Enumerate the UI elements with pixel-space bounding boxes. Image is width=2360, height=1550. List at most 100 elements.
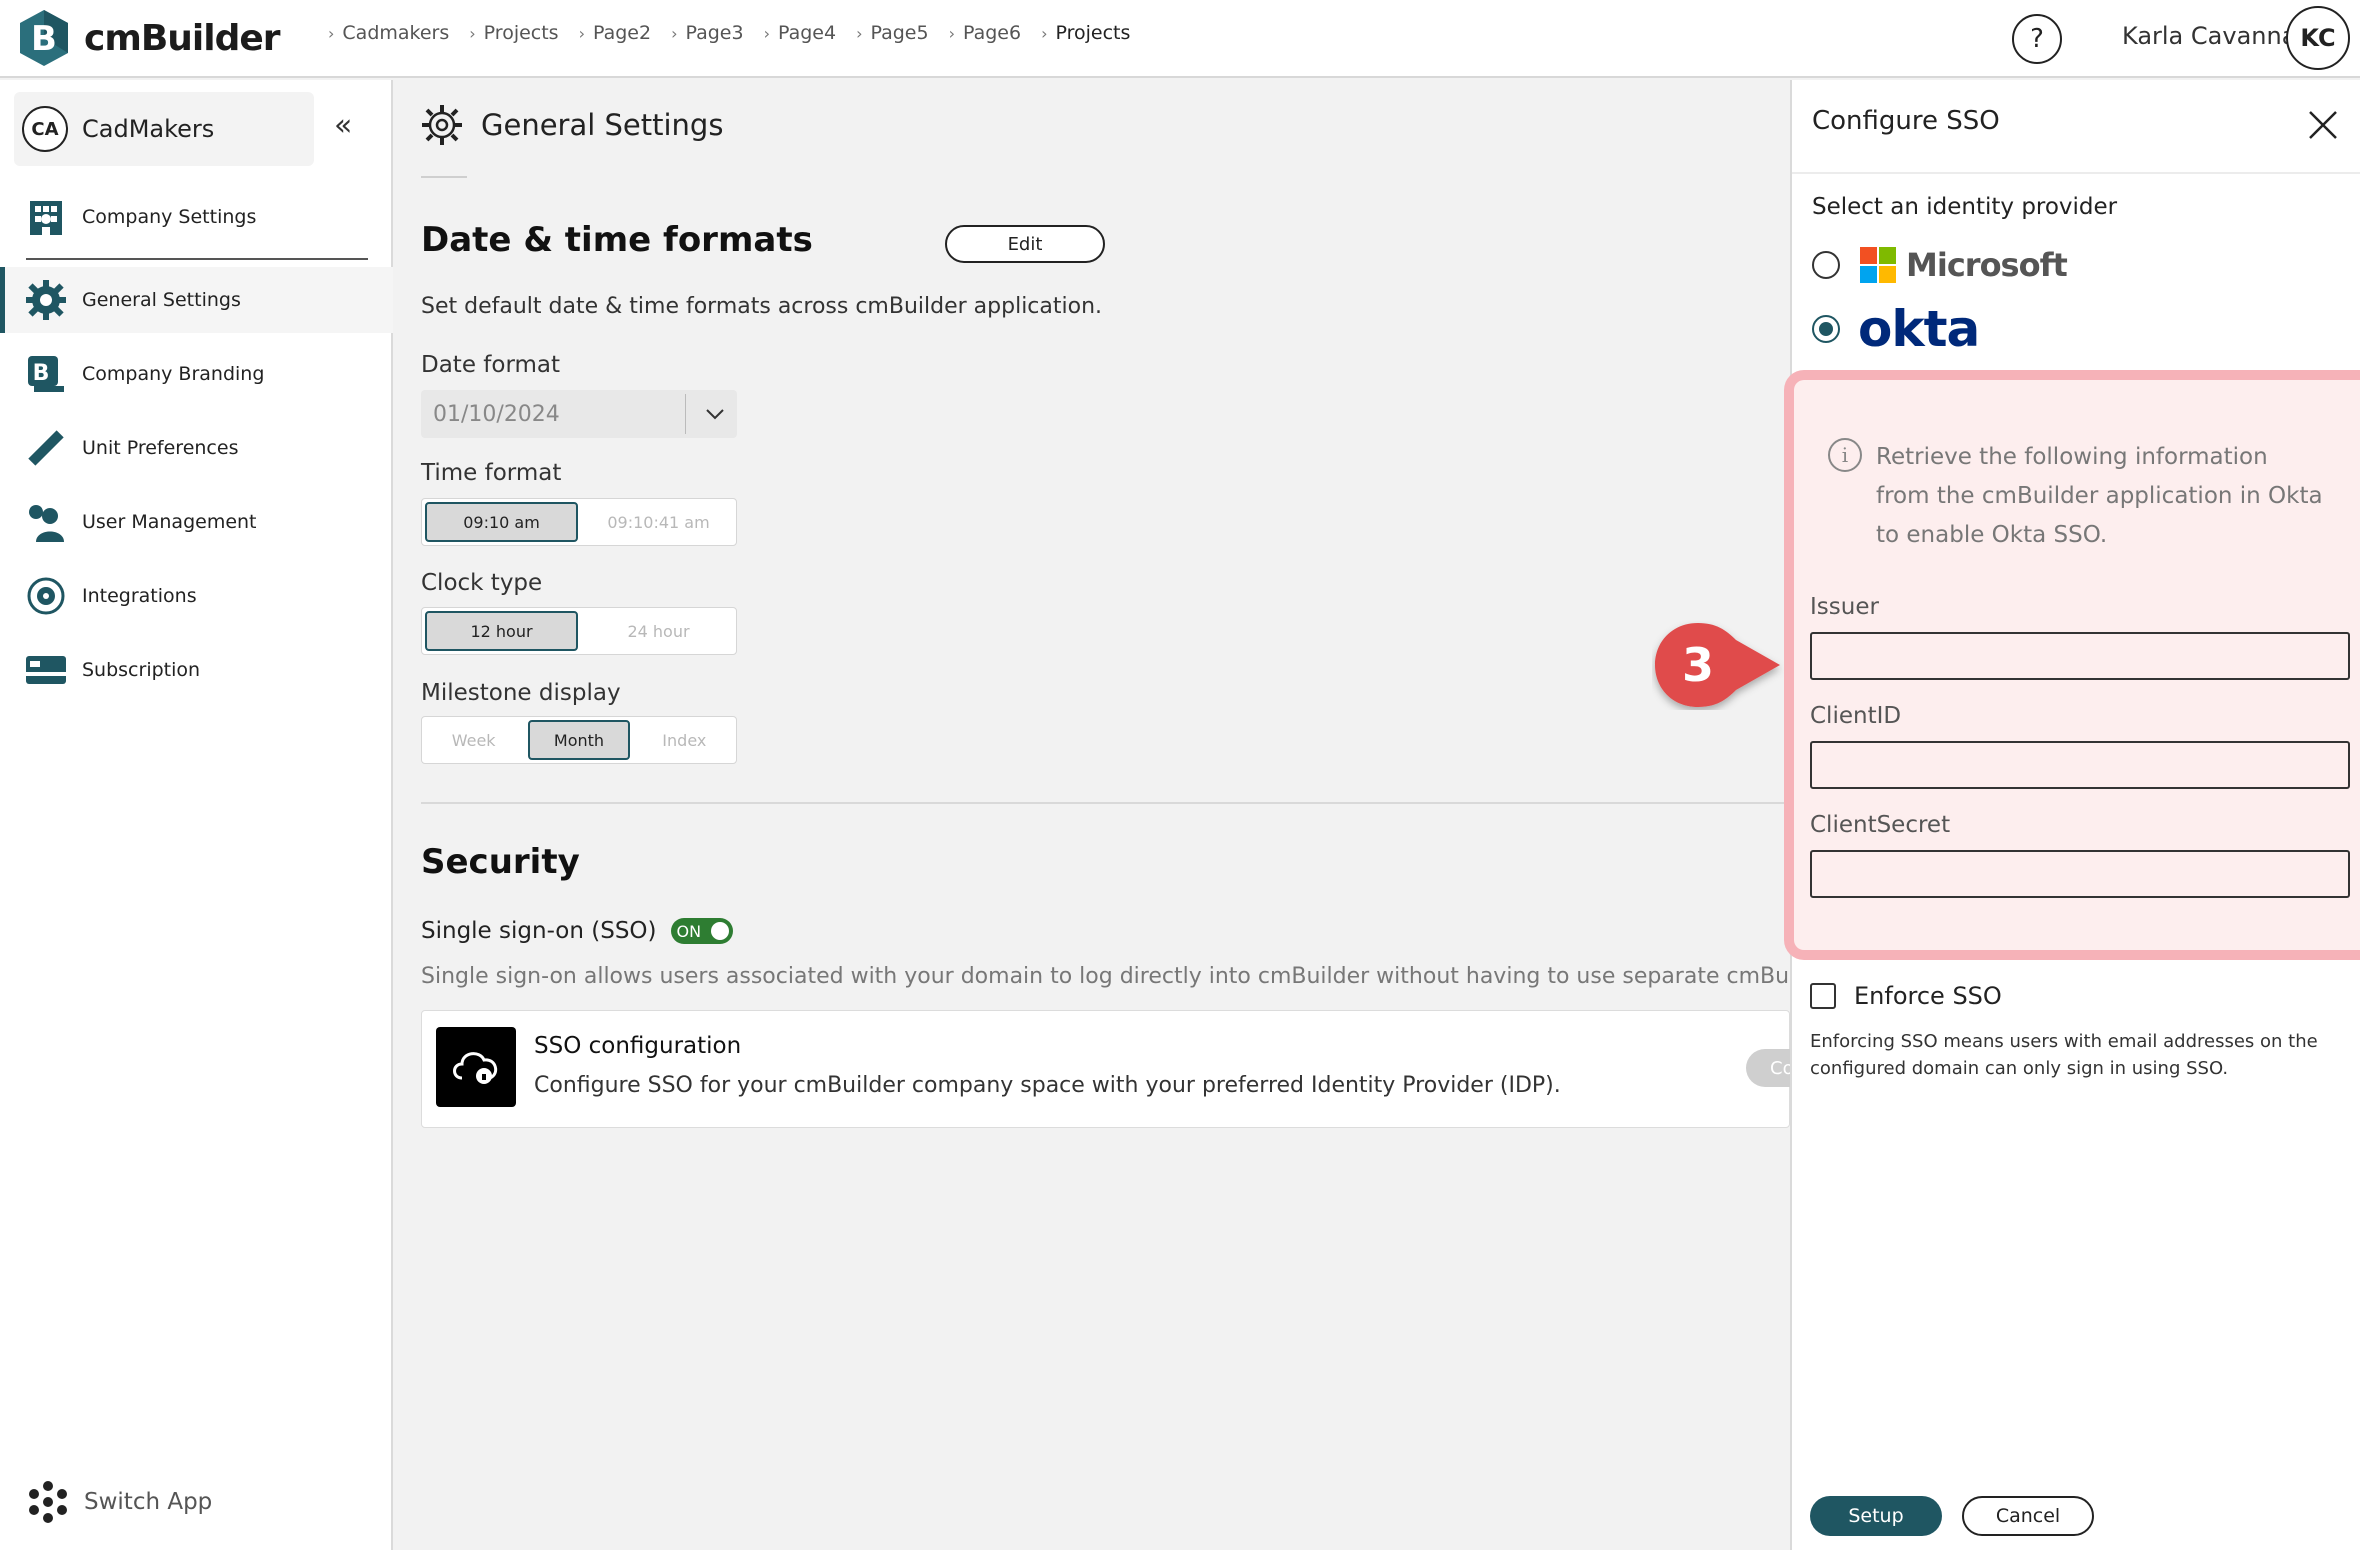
sidebar-item-label: Subscription	[82, 659, 201, 681]
sidebar-item-label: Integrations	[82, 585, 197, 607]
chevron-right-icon: ›	[856, 23, 863, 43]
provider-option-okta[interactable]: okta	[1812, 300, 1980, 358]
chevron-right-icon: ›	[1041, 23, 1048, 43]
avatar[interactable]: KC	[2286, 6, 2350, 70]
card-icon	[24, 648, 68, 692]
chevron-right-icon: ›	[763, 23, 770, 43]
gear-icon	[24, 278, 68, 322]
issuer-label: Issuer	[1810, 594, 1879, 620]
date-format-select[interactable]: 01/10/2024	[421, 390, 737, 438]
clock-option-24h[interactable]: 24 hour	[584, 611, 733, 651]
edit-button[interactable]: Edit	[945, 225, 1105, 263]
question-icon: ?	[2030, 24, 2044, 54]
sidebar-item-user-management[interactable]: User Management	[0, 489, 393, 555]
chevron-right-icon: ›	[469, 23, 476, 43]
branding-icon: B	[24, 352, 68, 396]
company-switcher[interactable]: CA CadMakers	[14, 92, 314, 166]
time-format-toggle: 09:10 am 09:10:41 am	[421, 498, 737, 546]
breadcrumb-item[interactable]: › Cadmakers	[328, 22, 449, 44]
sidebar: CA CadMakers « Company Settings General …	[0, 80, 393, 1550]
sidebar-item-integrations[interactable]: Integrations	[0, 563, 393, 629]
info-text: Retrieve the following information from …	[1876, 444, 2323, 548]
sidebar-item-label: User Management	[82, 511, 257, 533]
sso-card-description: Configure SSO for your cmBuilder company…	[534, 1073, 1561, 1098]
breadcrumb-item[interactable]: › Page5	[856, 22, 929, 44]
company-badge: CA	[22, 106, 68, 152]
sso-row: Single sign-on (SSO) ON	[421, 918, 733, 944]
sidebar-item-label: Company Branding	[82, 363, 265, 385]
toggle-knob	[710, 922, 729, 940]
sidebar-item-label: Unit Preferences	[82, 437, 239, 459]
ruler-icon	[24, 426, 68, 470]
main-content: General Settings Date & time formats Edi…	[395, 80, 1866, 1550]
milestone-toggle: Week Month Index	[421, 716, 737, 764]
client-secret-input[interactable]	[1810, 850, 2350, 898]
svg-text:B: B	[33, 361, 50, 386]
time-option-long[interactable]: 09:10:41 am	[584, 502, 733, 542]
enforce-sso-row[interactable]: Enforce SSO	[1810, 982, 2002, 1010]
chevron-right-icon: ›	[948, 23, 955, 43]
okta-info: i Retrieve the following information fro…	[1828, 438, 2326, 555]
microsoft-radio[interactable]	[1812, 251, 1840, 279]
close-icon[interactable]	[2306, 108, 2340, 142]
step-number: 3	[1681, 638, 1714, 692]
setup-button[interactable]: Setup	[1810, 1496, 1942, 1536]
collapse-sidebar-button[interactable]: «	[334, 108, 352, 143]
cloud-lock-icon	[436, 1027, 516, 1107]
microsoft-logo-icon	[1860, 247, 1896, 283]
divider	[26, 258, 368, 260]
milestone-option-month[interactable]: Month	[528, 720, 630, 760]
breadcrumb-item[interactable]: › Projects	[469, 22, 558, 44]
gear-outline-icon	[422, 105, 462, 145]
brand-name: cmBuilder	[84, 17, 281, 59]
chevron-right-icon: ›	[671, 23, 678, 43]
time-option-short[interactable]: 09:10 am	[425, 502, 578, 542]
breadcrumb-item[interactable]: › Page6	[949, 22, 1022, 44]
top-bar: B cmBuilder › Cadmakers › Projects › Page2 …	[0, 0, 2360, 78]
issuer-input[interactable]	[1810, 632, 2350, 680]
clock-option-12h[interactable]: 12 hour	[425, 611, 578, 651]
clock-type-label: Clock type	[421, 570, 543, 596]
page-title: General Settings	[419, 102, 723, 148]
okta-radio[interactable]	[1812, 315, 1840, 343]
sso-toggle[interactable]: ON	[670, 918, 733, 944]
integrations-icon	[24, 574, 68, 618]
enforce-sso-description: Enforcing SSO means users with email add…	[1810, 1031, 2318, 1079]
breadcrumb: › Cadmakers › Projects › Page2 › Page3 › Page…	[328, 22, 1150, 44]
milestone-label: Milestone display	[421, 680, 621, 706]
svg-text:B: B	[31, 19, 57, 59]
breadcrumb-item[interactable]: › Page3	[671, 22, 744, 44]
datetime-heading: Date & time formats	[421, 220, 813, 260]
cancel-button[interactable]: Cancel	[1962, 1496, 2094, 1536]
sidebar-item-subscription[interactable]: Subscription	[0, 637, 393, 703]
apps-icon	[29, 1481, 67, 1523]
company-name: CadMakers	[82, 115, 215, 143]
app-logo[interactable]: B cmBuilder	[18, 8, 281, 68]
enforce-sso-checkbox[interactable]	[1810, 983, 1836, 1009]
sidebar-item-company-settings[interactable]: Company Settings	[0, 184, 393, 250]
select-divider	[685, 394, 686, 434]
time-format-label: Time format	[421, 460, 562, 486]
milestone-option-index[interactable]: Index	[636, 720, 733, 760]
milestone-option-week[interactable]: Week	[425, 720, 522, 760]
sidebar-item-company-branding[interactable]: B Company Branding	[0, 341, 393, 407]
chevron-down-icon	[706, 409, 724, 420]
sidebar-item-unit-preferences[interactable]: Unit Preferences	[0, 415, 393, 481]
title-underline	[421, 176, 467, 178]
help-button[interactable]: ?	[2012, 14, 2062, 64]
sidebar-item-label: Company Settings	[82, 206, 257, 228]
switch-app-button[interactable]: Switch App	[26, 1480, 212, 1524]
breadcrumb-item[interactable]: › Page2	[579, 22, 652, 44]
provider-option-microsoft[interactable]: Microsoft	[1812, 246, 2068, 284]
client-id-input[interactable]	[1810, 741, 2350, 789]
clock-type-toggle: 12 hour 24 hour	[421, 607, 737, 655]
sidebar-item-label: General Settings	[82, 289, 241, 311]
breadcrumb-item[interactable]: › Page4	[764, 22, 837, 44]
sidebar-item-general-settings[interactable]: General Settings	[0, 267, 393, 333]
okta-logo: okta	[1858, 300, 1980, 358]
sso-config-card: SSO configuration Configure SSO for your…	[421, 1010, 1826, 1128]
building-icon	[24, 195, 68, 239]
user-name: Karla Cavanna	[2122, 22, 2297, 50]
client-id-label: ClientID	[1810, 703, 1902, 729]
datetime-description: Set default date & time formats across c…	[421, 294, 1103, 319]
